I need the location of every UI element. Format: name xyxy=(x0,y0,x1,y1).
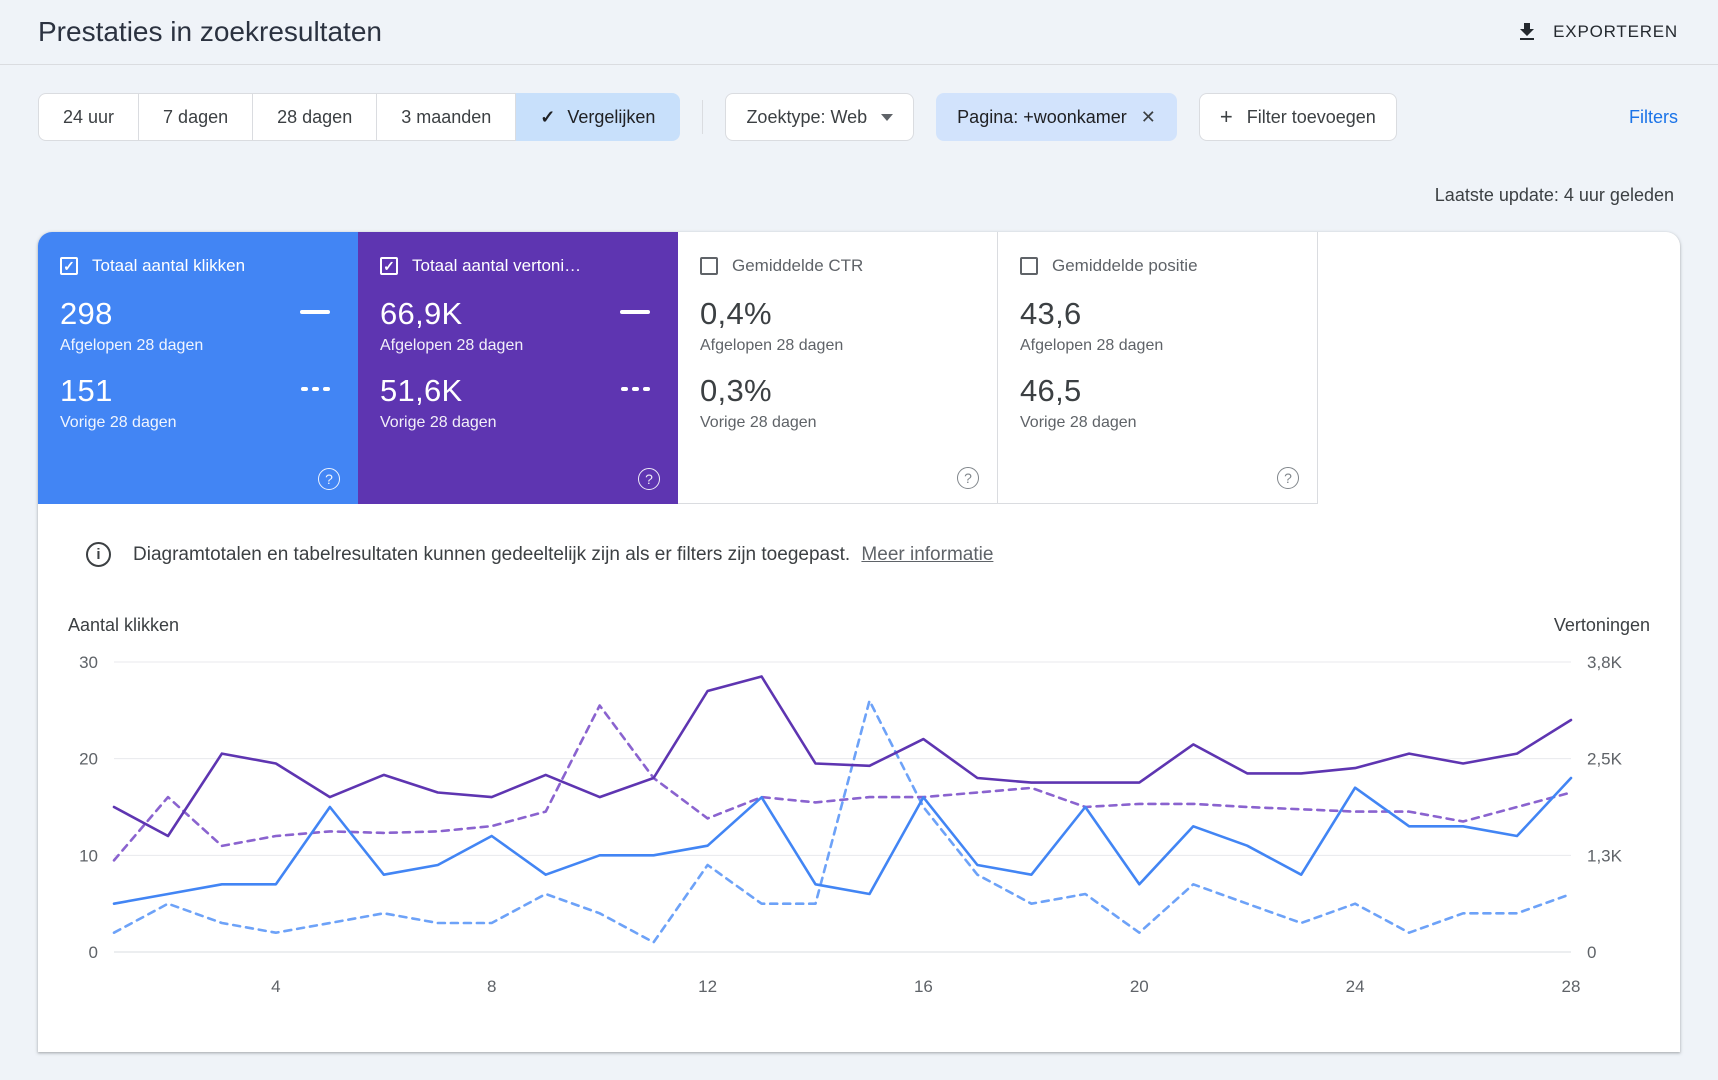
page-header: Prestaties in zoekresultaten EXPORTEREN xyxy=(0,0,1718,64)
metric-card-clicks[interactable]: ✓ Totaal aantal klikken 298 Afgelopen 28… xyxy=(38,232,358,504)
svg-text:24: 24 xyxy=(1346,977,1365,996)
metric-title: Totaal aantal klikken xyxy=(92,256,246,275)
dashed-line-icon xyxy=(621,387,650,391)
line-chart[interactable]: 0 0 10 1,3K 20 2,5K 30 3,8K 4 8 12 16 20 24 28 xyxy=(66,648,1656,1000)
metric-value-current: 43,6 xyxy=(1020,296,1082,331)
metric-tiles: ✓ Totaal aantal klikken 298 Afgelopen 28… xyxy=(38,232,1680,504)
svg-text:0: 0 xyxy=(89,943,98,962)
performance-panel: ✓ Totaal aantal klikken 298 Afgelopen 28… xyxy=(38,232,1680,1052)
svg-text:28: 28 xyxy=(1562,977,1581,996)
export-button[interactable]: EXPORTEREN xyxy=(1515,20,1678,44)
svg-text:8: 8 xyxy=(487,977,496,996)
metric-period-current: Afgelopen 28 dagen xyxy=(700,337,844,354)
checkbox-unchecked-icon[interactable] xyxy=(1020,257,1038,275)
metric-period-previous: Vorige 28 dagen xyxy=(60,414,177,431)
checkbox-checked-icon[interactable]: ✓ xyxy=(60,257,78,275)
page-title: Prestaties in zoekresultaten xyxy=(38,16,382,47)
metric-title: Gemiddelde CTR xyxy=(732,256,864,275)
last-update-text: Laatste update: 4 uur geleden xyxy=(1434,185,1674,205)
filter-notice: i Diagramtotalen en tabelresultaten kunn… xyxy=(38,504,1680,567)
svg-text:0: 0 xyxy=(1587,943,1596,962)
help-icon[interactable]: ? xyxy=(1277,467,1299,489)
page-filter-label: Pagina: +woonkamer xyxy=(957,106,1127,127)
help-icon[interactable]: ? xyxy=(638,468,660,490)
info-icon: i xyxy=(86,542,111,567)
metric-period-current: Afgelopen 28 dagen xyxy=(60,337,204,354)
compare-label: Vergelijken xyxy=(567,106,656,127)
date-range-group: 24 uur 7 dagen 28 dagen 3 maanden ✓ Verg… xyxy=(38,93,681,141)
svg-text:12: 12 xyxy=(698,977,717,996)
metric-title: Totaal aantal vertoni… xyxy=(412,256,582,275)
range-24h-button[interactable]: 24 uur xyxy=(38,93,140,141)
chevron-down-icon xyxy=(881,113,894,121)
filters-link[interactable]: Filters xyxy=(1629,107,1678,128)
metric-card-impressions[interactable]: ✓ Totaal aantal vertoni… 66,9K Afgelopen… xyxy=(358,232,678,504)
add-filter-label: Filter toevoegen xyxy=(1246,106,1376,127)
filter-bar: 24 uur 7 dagen 28 dagen 3 maanden ✓ Verg… xyxy=(0,65,1718,141)
range-3m-label: 3 maanden xyxy=(401,106,492,127)
svg-text:20: 20 xyxy=(1130,977,1149,996)
export-label: EXPORTEREN xyxy=(1553,22,1678,41)
search-type-label: Zoektype: Web xyxy=(746,106,868,127)
compare-button[interactable]: ✓ Vergelijken xyxy=(516,93,681,141)
range-3m-button[interactable]: 3 maanden xyxy=(377,93,517,141)
metric-value-previous: 46,5 xyxy=(1020,373,1082,408)
checkbox-unchecked-icon[interactable] xyxy=(700,257,718,275)
svg-text:3,8K: 3,8K xyxy=(1587,653,1623,672)
close-icon[interactable]: ✕ xyxy=(1141,107,1156,128)
svg-text:2,5K: 2,5K xyxy=(1587,750,1623,769)
range-28d-label: 28 dagen xyxy=(277,106,353,127)
plus-icon: + xyxy=(1219,104,1233,129)
help-icon[interactable]: ? xyxy=(318,468,340,490)
metric-period-current: Afgelopen 28 dagen xyxy=(1020,337,1164,354)
range-28d-button[interactable]: 28 dagen xyxy=(253,93,378,141)
svg-text:10: 10 xyxy=(79,846,98,865)
solid-line-icon xyxy=(620,310,650,314)
dashed-line-icon xyxy=(301,387,330,391)
metric-value-current: 66,9K xyxy=(380,296,463,331)
svg-text:1,3K: 1,3K xyxy=(1587,846,1623,865)
metric-title: Gemiddelde positie xyxy=(1052,256,1198,275)
metric-period-previous: Vorige 28 dagen xyxy=(1020,414,1137,431)
metric-period-previous: Vorige 28 dagen xyxy=(700,414,817,431)
metric-value-previous: 0,3% xyxy=(700,373,772,408)
range-24h-label: 24 uur xyxy=(63,106,115,127)
checkbox-checked-icon[interactable]: ✓ xyxy=(380,257,398,275)
metric-value-previous: 51,6K xyxy=(380,373,463,408)
performance-chart: Aantal klikken Vertoningen 0 0 10 1,3K 20 2,5… xyxy=(38,615,1680,1005)
range-7d-label: 7 dagen xyxy=(163,106,229,127)
svg-text:20: 20 xyxy=(79,750,98,769)
metric-card-position[interactable]: Gemiddelde positie 43,6 Afgelopen 28 dag… xyxy=(998,232,1318,504)
svg-text:16: 16 xyxy=(914,977,933,996)
add-filter-button[interactable]: + Filter toevoegen xyxy=(1198,93,1397,141)
notice-text: Diagramtotalen en tabelresultaten kunnen… xyxy=(133,543,851,565)
svg-text:30: 30 xyxy=(79,653,98,672)
check-icon: ✓ xyxy=(540,106,556,127)
left-axis-label: Aantal klikken xyxy=(68,615,180,635)
metric-period-current: Afgelopen 28 dagen xyxy=(380,337,524,354)
solid-line-icon xyxy=(300,310,330,314)
more-info-link[interactable]: Meer informatie xyxy=(861,544,993,565)
page-filter-chip[interactable]: Pagina: +woonkamer ✕ xyxy=(936,93,1177,141)
download-icon xyxy=(1515,20,1539,44)
range-7d-button[interactable]: 7 dagen xyxy=(139,93,254,141)
svg-text:4: 4 xyxy=(271,977,280,996)
metric-period-previous: Vorige 28 dagen xyxy=(380,414,497,431)
right-axis-label: Vertoningen xyxy=(1553,615,1650,635)
help-icon[interactable]: ? xyxy=(957,467,979,489)
metric-card-ctr[interactable]: Gemiddelde CTR 0,4% Afgelopen 28 dagen 0… xyxy=(678,232,998,504)
metric-value-previous: 151 xyxy=(60,373,113,408)
filter-separator xyxy=(702,100,704,134)
metric-value-current: 298 xyxy=(60,296,113,331)
search-type-dropdown[interactable]: Zoektype: Web xyxy=(725,93,915,141)
metric-value-current: 0,4% xyxy=(700,296,772,331)
